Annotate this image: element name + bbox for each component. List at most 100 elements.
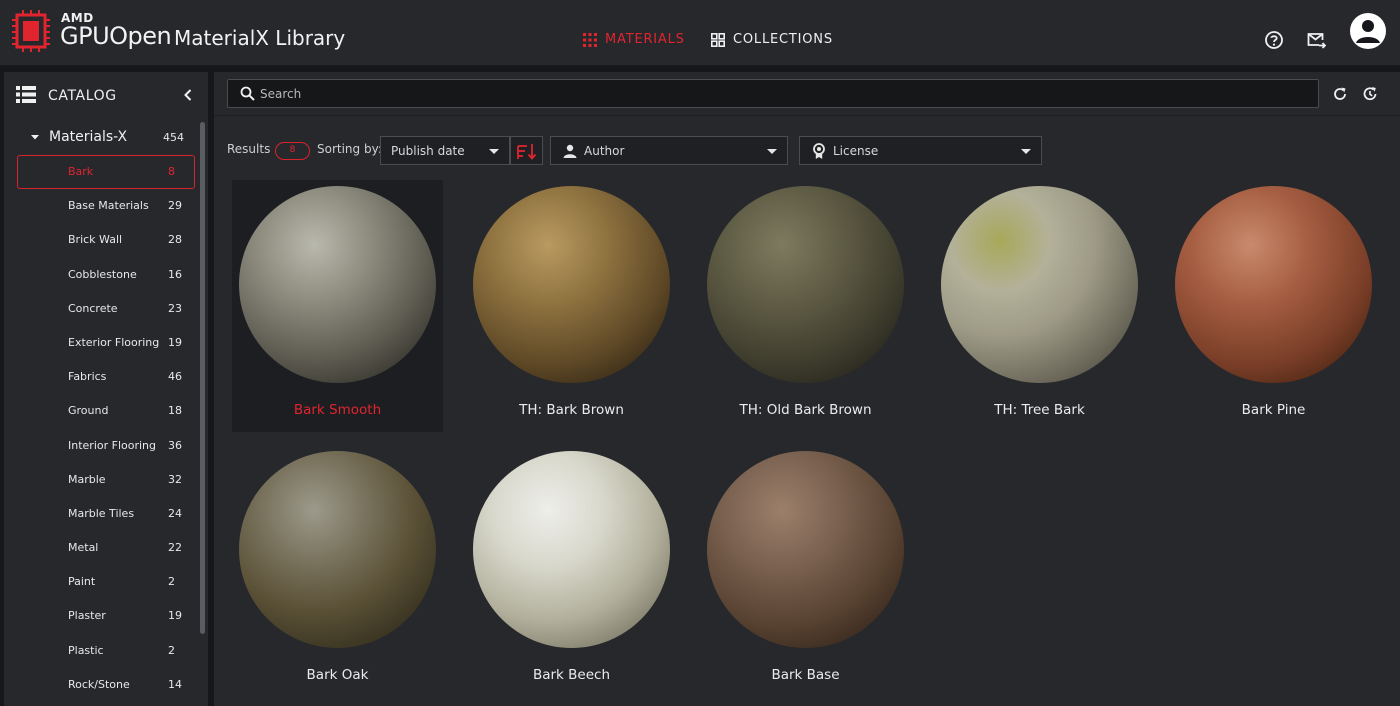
amd-chip-logo-icon[interactable] <box>12 10 50 52</box>
sidebar-item-count: 23 <box>168 301 182 315</box>
sidebar-item-count: 36 <box>168 438 182 452</box>
material-name: TH: Tree Bark <box>994 402 1085 418</box>
sidebar-item-rock-stone[interactable]: Rock/Stone 14 <box>17 668 195 702</box>
sidebar-item-plaster[interactable]: Plaster 19 <box>17 599 195 633</box>
sidebar-item-exterior-flooring[interactable]: Exterior Flooring 19 <box>17 326 195 360</box>
sidebar-item-label: Brick Wall <box>68 233 123 247</box>
account-avatar[interactable] <box>1350 13 1386 49</box>
material-preview-sphere <box>239 451 436 648</box>
material-preview-sphere <box>473 451 670 648</box>
material-name: Bark Smooth <box>293 402 382 418</box>
sidebar-item-cobblestone[interactable]: Cobblestone 16 <box>17 258 195 292</box>
material-name: Bark Oak <box>306 667 369 683</box>
sidebar-item-label: Concrete <box>68 301 118 315</box>
search-bar <box>214 72 1400 116</box>
category-list: Bark 8 Base Materials 29 Brick Wall 28 Cobbles… <box>17 155 195 702</box>
sidebar-item-label: Metal <box>68 541 99 555</box>
sidebar-item-fabrics[interactable]: Fabrics 46 <box>17 360 195 394</box>
caret-down-icon <box>1021 149 1031 154</box>
sidebar-item-plastic[interactable]: Plastic 2 <box>17 634 195 668</box>
person-icon <box>563 144 577 158</box>
author-select[interactable]: Author <box>550 136 788 165</box>
brand-gpuopen-text[interactable]: GPUOpen <box>60 22 172 50</box>
material-preview-sphere <box>473 186 670 383</box>
sidebar-item-count: 14 <box>168 677 182 691</box>
caret-down-icon <box>31 135 39 140</box>
material-preview-sphere <box>1175 186 1372 383</box>
sidebar-item-base-materials[interactable]: Base Materials 29 <box>17 189 195 223</box>
refresh-icon[interactable] <box>1331 85 1349 103</box>
results-label: Results <box>227 142 271 156</box>
group-count: 454 <box>163 131 184 144</box>
sidebar-item-metal[interactable]: Metal 22 <box>17 531 195 565</box>
sidebar-item-label: Ground <box>68 404 109 418</box>
sort-direction-button[interactable] <box>510 136 543 165</box>
results-count-badge: 8 <box>275 142 310 160</box>
nav-collections[interactable]: COLLECTIONS <box>711 32 833 47</box>
catalog-sidebar: CATALOG Materials-X 454 Bark 8 Base Materi… <box>4 72 208 706</box>
material-card[interactable]: Bark Base <box>700 445 911 697</box>
sidebar-item-count: 19 <box>168 335 182 349</box>
material-card[interactable]: TH: Bark Brown <box>466 180 677 432</box>
sidebar-item-brick-wall[interactable]: Brick Wall 28 <box>17 223 195 257</box>
sort-select[interactable]: Publish date <box>380 136 510 165</box>
sidebar-item-bark[interactable]: Bark 8 <box>17 155 195 190</box>
material-card[interactable]: Bark Beech <box>466 445 677 697</box>
material-name: TH: Old Bark Brown <box>739 402 872 418</box>
material-name: Bark Beech <box>532 667 611 683</box>
grid-dots-icon <box>583 32 597 47</box>
material-card[interactable]: Bark Oak <box>232 445 443 697</box>
catalog-title: CATALOG <box>48 88 117 104</box>
sidebar-item-interior-flooring[interactable]: Interior Flooring 36 <box>17 429 195 463</box>
sidebar-item-ground[interactable]: Ground 18 <box>17 394 195 428</box>
material-card[interactable]: Bark Pine <box>1168 180 1379 432</box>
sidebar-item-label: Bark <box>68 165 94 178</box>
sidebar-item-label: Marble <box>68 472 106 486</box>
search-icon <box>240 86 255 101</box>
material-name: Bark Pine <box>1241 402 1306 418</box>
material-card[interactable]: Bark Smooth <box>232 180 443 432</box>
sidebar-item-label: Plastic <box>68 643 104 657</box>
sidebar-item-count: 29 <box>168 199 182 213</box>
sidebar-item-label: Fabrics <box>68 370 107 384</box>
sort-descending-icon <box>517 144 537 160</box>
list-view-icon <box>16 86 36 103</box>
nav-collections-label: COLLECTIONS <box>733 32 833 47</box>
search-input[interactable] <box>260 83 1300 105</box>
sidebar-item-label: Exterior Flooring <box>68 335 160 349</box>
group-materials-x[interactable]: Materials-X 454 <box>4 124 194 150</box>
sidebar-item-paint[interactable]: Paint 2 <box>17 565 195 599</box>
material-preview-sphere <box>239 186 436 383</box>
author-select-value: Author <box>584 144 625 158</box>
license-select[interactable]: License <box>799 136 1042 165</box>
sidebar-item-marble-tiles[interactable]: Marble Tiles 24 <box>17 497 195 531</box>
history-clock-icon[interactable] <box>1361 85 1379 103</box>
sidebar-item-count: 24 <box>168 506 182 520</box>
sidebar-item-label: Paint <box>68 575 96 589</box>
group-label: Materials-X <box>49 129 128 145</box>
filter-bar: Results 8 Sorting by: Publish date Autho… <box>214 134 1400 166</box>
sidebar-item-marble[interactable]: Marble 32 <box>17 463 195 497</box>
app-title: MaterialX Library <box>174 26 346 50</box>
mail-forward-icon[interactable] <box>1306 30 1326 50</box>
help-circle-icon[interactable] <box>1264 30 1284 50</box>
top-bar: AMD GPUOpen MaterialX Library MATERIALS … <box>0 0 1400 66</box>
catalog-header: CATALOG <box>4 72 208 118</box>
sidebar-scrollbar[interactable] <box>200 122 205 634</box>
sidebar-item-label: Cobblestone <box>68 267 137 281</box>
sidebar-item-count: 19 <box>168 609 182 623</box>
nav-materials[interactable]: MATERIALS <box>583 32 685 47</box>
material-card[interactable]: TH: Old Bark Brown <box>700 180 911 432</box>
sidebar-item-count: 18 <box>168 404 182 418</box>
material-card[interactable]: TH: Tree Bark <box>934 180 1145 432</box>
sidebar-item-concrete[interactable]: Concrete 23 <box>17 292 195 326</box>
search-field[interactable] <box>227 79 1319 108</box>
material-preview-sphere <box>941 186 1138 383</box>
chevron-left-icon[interactable] <box>180 86 196 104</box>
account-icon <box>1356 20 1380 43</box>
material-name: TH: Bark Brown <box>519 402 624 418</box>
sidebar-item-count: 28 <box>168 233 182 247</box>
sidebar-item-count: 8 <box>168 165 175 178</box>
material-preview-sphere <box>707 186 904 383</box>
sorting-label: Sorting by: <box>317 142 382 156</box>
